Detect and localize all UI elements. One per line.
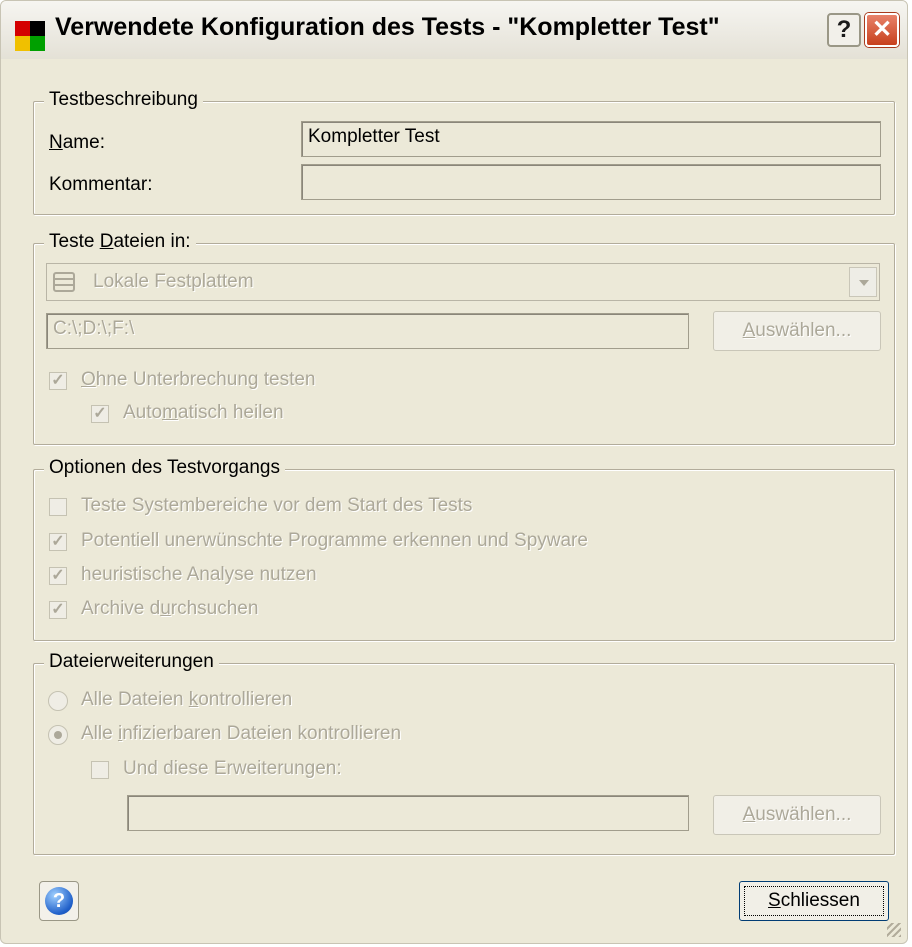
autoheal-label: Automatisch heilen [123, 402, 284, 423]
close-title-button[interactable]: ✕ [865, 13, 899, 47]
all-files-radio[interactable] [48, 691, 68, 711]
resize-grip-icon[interactable] [887, 923, 901, 937]
choose-extensions-button[interactable]: Auswählen... [713, 795, 881, 835]
system-areas-label: Teste Systembereiche vor dem Start des T… [81, 495, 473, 516]
comment-label: Kommentar: [49, 174, 153, 195]
these-extensions-checkbox[interactable] [91, 761, 109, 779]
autoheal-checkbox[interactable]: ✓ [91, 405, 109, 423]
hard-drive-icon [53, 272, 75, 292]
heuristic-checkbox[interactable]: ✓ [49, 567, 67, 585]
path-field[interactable]: C:\;D:\;F:\ [46, 313, 689, 349]
archives-label: Archive durchsuchen [81, 598, 259, 619]
name-field[interactable]: Kompletter Test [301, 121, 881, 157]
drive-select-value: Lokale Festplattem [93, 271, 254, 292]
extensions-field[interactable] [127, 795, 689, 831]
all-files-label: Alle Dateien kontrollieren [81, 689, 293, 710]
nonstop-label: Ohne Unterbrechung testen [81, 369, 316, 390]
help-icon: ? [45, 887, 73, 915]
nonstop-checkbox[interactable]: ✓ [49, 372, 67, 390]
app-logo-icon [15, 21, 45, 51]
close-button[interactable]: Schliessen [739, 881, 889, 921]
test-options-legend: Optionen des Testvorgangs [44, 457, 285, 479]
these-extensions-label: Und diese Erweiterungen: [123, 758, 342, 779]
pup-spyware-checkbox[interactable]: ✓ [49, 533, 67, 551]
heuristic-label: heuristische Analyse nutzen [81, 564, 317, 585]
name-label: Name: [49, 132, 105, 153]
infectable-files-radio[interactable] [48, 725, 68, 745]
infectable-files-label: Alle infizierbaren Dateien kontrollieren [81, 723, 402, 744]
help-button[interactable]: ? [39, 881, 79, 921]
window-title: Verwendete Konfiguration des Tests - "Ko… [55, 13, 720, 41]
drive-select[interactable]: Lokale Festplattem [46, 263, 880, 301]
extensions-legend: Dateierweiterungen [44, 651, 219, 673]
choose-path-button[interactable]: Auswählen... [713, 311, 881, 351]
pup-spyware-label: Potentiell unerwünschte Programme erkenn… [81, 530, 588, 551]
help-title-button[interactable]: ? [827, 13, 861, 47]
test-description-legend: Testbeschreibung [44, 89, 203, 111]
system-areas-checkbox[interactable] [49, 498, 67, 516]
config-dialog: Verwendete Konfiguration des Tests - "Ko… [0, 0, 908, 944]
comment-field[interactable] [301, 164, 881, 200]
close-button-label: Schliessen [744, 886, 884, 916]
chevron-down-icon[interactable] [849, 267, 877, 297]
scan-files-legend: Teste Dateien in: [44, 231, 196, 253]
archives-checkbox[interactable]: ✓ [49, 601, 67, 619]
title-bar[interactable]: Verwendete Konfiguration des Tests - "Ko… [1, 1, 907, 59]
